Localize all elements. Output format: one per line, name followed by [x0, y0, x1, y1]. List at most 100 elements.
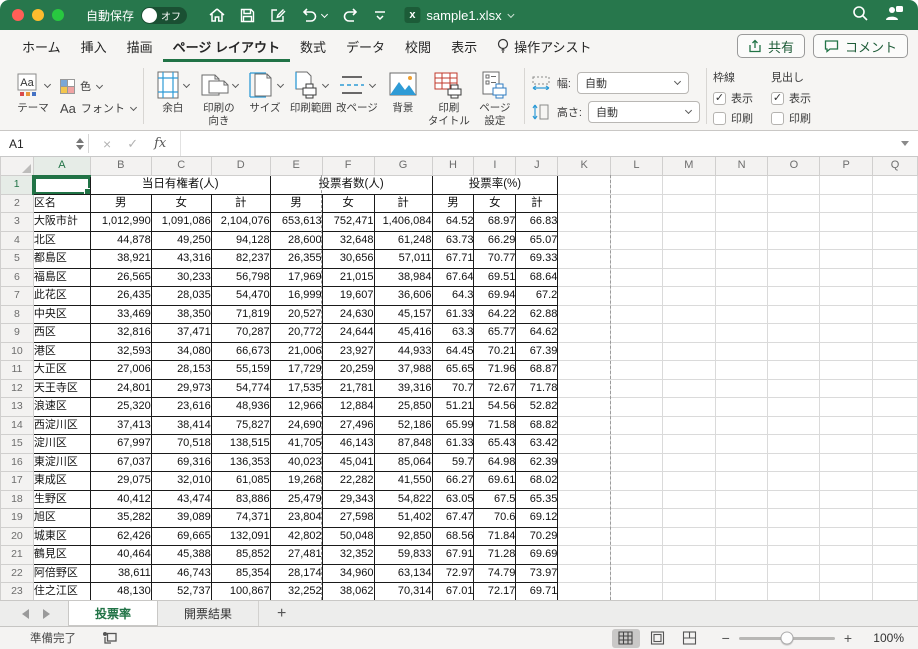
empty-cell[interactable]: [819, 341, 874, 361]
data-cell[interactable]: 27,006: [89, 360, 152, 380]
data-cell[interactable]: 38,611: [89, 563, 152, 583]
row-header-14[interactable]: 14: [0, 415, 34, 435]
data-cell[interactable]: 100,867: [210, 582, 271, 600]
empty-cell[interactable]: [661, 286, 716, 306]
data-cell[interactable]: 40,023: [269, 452, 323, 472]
empty-cell[interactable]: [610, 193, 663, 213]
data-cell[interactable]: 44,933: [373, 341, 433, 361]
empty-cell[interactable]: [661, 471, 716, 491]
data-cell[interactable]: 41,705: [269, 434, 323, 454]
data-cell[interactable]: 50,048: [321, 526, 375, 546]
data-cell[interactable]: 34,960: [321, 563, 375, 583]
empty-cell[interactable]: [819, 304, 874, 324]
data-cell[interactable]: 83,886: [210, 489, 271, 509]
autosave-toggle[interactable]: オフ: [141, 6, 188, 24]
empty-cell[interactable]: [872, 434, 918, 454]
empty-cell[interactable]: [714, 526, 769, 546]
empty-cell[interactable]: [872, 286, 918, 306]
empty-cell[interactable]: [557, 489, 612, 509]
data-cell[interactable]: 63.05: [431, 489, 475, 509]
data-cell[interactable]: 51.21: [431, 397, 475, 417]
data-cell[interactable]: 70.6: [473, 508, 517, 528]
data-cell[interactable]: 61.33: [431, 304, 475, 324]
data-cell[interactable]: 65.35: [515, 489, 559, 509]
empty-cell[interactable]: [557, 582, 612, 600]
data-cell[interactable]: 大正区: [32, 360, 91, 380]
empty-cell[interactable]: [872, 341, 918, 361]
column-header-H[interactable]: H: [431, 157, 475, 176]
data-cell[interactable]: 24,630: [321, 304, 375, 324]
data-cell[interactable]: 23,616: [150, 397, 212, 417]
empty-cell[interactable]: [767, 230, 821, 250]
margins-button[interactable]: 余白: [150, 66, 196, 128]
data-cell[interactable]: 1,406,084: [373, 212, 433, 232]
data-cell[interactable]: 34,080: [150, 341, 212, 361]
empty-cell[interactable]: [714, 267, 769, 287]
empty-cell[interactable]: [872, 489, 918, 509]
header-cell[interactable]: 男: [269, 193, 323, 213]
empty-cell[interactable]: [714, 508, 769, 528]
data-cell[interactable]: 32,593: [89, 341, 152, 361]
data-cell[interactable]: 63.42: [515, 434, 559, 454]
data-cell[interactable]: 福島区: [32, 267, 91, 287]
empty-cell[interactable]: [661, 508, 716, 528]
data-cell[interactable]: 29,075: [89, 471, 152, 491]
data-cell[interactable]: 19,268: [269, 471, 323, 491]
empty-cell[interactable]: [610, 526, 663, 546]
empty-cell[interactable]: [661, 193, 716, 213]
select-all-corner[interactable]: [0, 157, 34, 176]
data-cell[interactable]: 64.3: [431, 286, 475, 306]
row-header-18[interactable]: 18: [0, 489, 34, 509]
page-setup-button[interactable]: ページ 設定: [472, 66, 518, 128]
data-cell[interactable]: 67.71: [431, 249, 475, 269]
undo-dropdown-icon[interactable]: [321, 12, 327, 18]
page-breaks-button[interactable]: 改ページ: [334, 66, 380, 128]
empty-cell[interactable]: [819, 323, 874, 343]
ribbon-tab[interactable]: 挿入: [71, 30, 117, 62]
data-cell[interactable]: 68.56: [431, 526, 475, 546]
empty-cell[interactable]: [661, 212, 716, 232]
data-cell[interactable]: 22,282: [321, 471, 375, 491]
empty-cell[interactable]: [872, 471, 918, 491]
column-header-A[interactable]: A: [32, 157, 91, 177]
empty-cell[interactable]: [714, 582, 769, 600]
data-cell[interactable]: 32,648: [321, 230, 375, 250]
data-cell[interactable]: 29,343: [321, 489, 375, 509]
data-cell[interactable]: 74.79: [473, 563, 517, 583]
empty-cell[interactable]: [819, 360, 874, 380]
empty-cell[interactable]: [610, 267, 663, 287]
data-cell[interactable]: 33,469: [89, 304, 152, 324]
expand-formula-bar-icon[interactable]: [892, 131, 918, 156]
data-cell[interactable]: 71,819: [210, 304, 271, 324]
data-cell[interactable]: 32,352: [321, 545, 375, 565]
data-cell[interactable]: 17,729: [269, 360, 323, 380]
data-cell[interactable]: 85,852: [210, 545, 271, 565]
empty-cell[interactable]: [767, 434, 821, 454]
data-cell[interactable]: 37,988: [373, 360, 433, 380]
data-cell[interactable]: 52,737: [150, 582, 212, 600]
empty-cell[interactable]: [767, 341, 821, 361]
data-cell[interactable]: 38,062: [321, 582, 375, 600]
data-cell[interactable]: 54,470: [210, 286, 271, 306]
data-cell[interactable]: 36,606: [373, 286, 433, 306]
data-cell[interactable]: 70.7: [431, 378, 475, 398]
data-cell[interactable]: 旭区: [32, 508, 91, 528]
empty-cell[interactable]: [819, 415, 874, 435]
data-cell[interactable]: 21,781: [321, 378, 375, 398]
data-cell[interactable]: 68.64: [515, 267, 559, 287]
empty-cell[interactable]: [714, 286, 769, 306]
data-cell[interactable]: 38,350: [150, 304, 212, 324]
empty-cell[interactable]: [557, 415, 612, 435]
empty-cell[interactable]: [872, 415, 918, 435]
empty-cell[interactable]: [661, 304, 716, 324]
data-cell[interactable]: 62,426: [89, 526, 152, 546]
data-cell[interactable]: 38,921: [89, 249, 152, 269]
row-header-5[interactable]: 5: [0, 249, 34, 269]
empty-cell[interactable]: [767, 471, 821, 491]
empty-cell[interactable]: [767, 545, 821, 565]
column-header-M[interactable]: M: [661, 157, 716, 176]
empty-cell[interactable]: [819, 452, 874, 472]
data-cell[interactable]: 69.61: [473, 471, 517, 491]
data-cell[interactable]: 69.71: [515, 582, 559, 600]
empty-cell[interactable]: [767, 378, 821, 398]
